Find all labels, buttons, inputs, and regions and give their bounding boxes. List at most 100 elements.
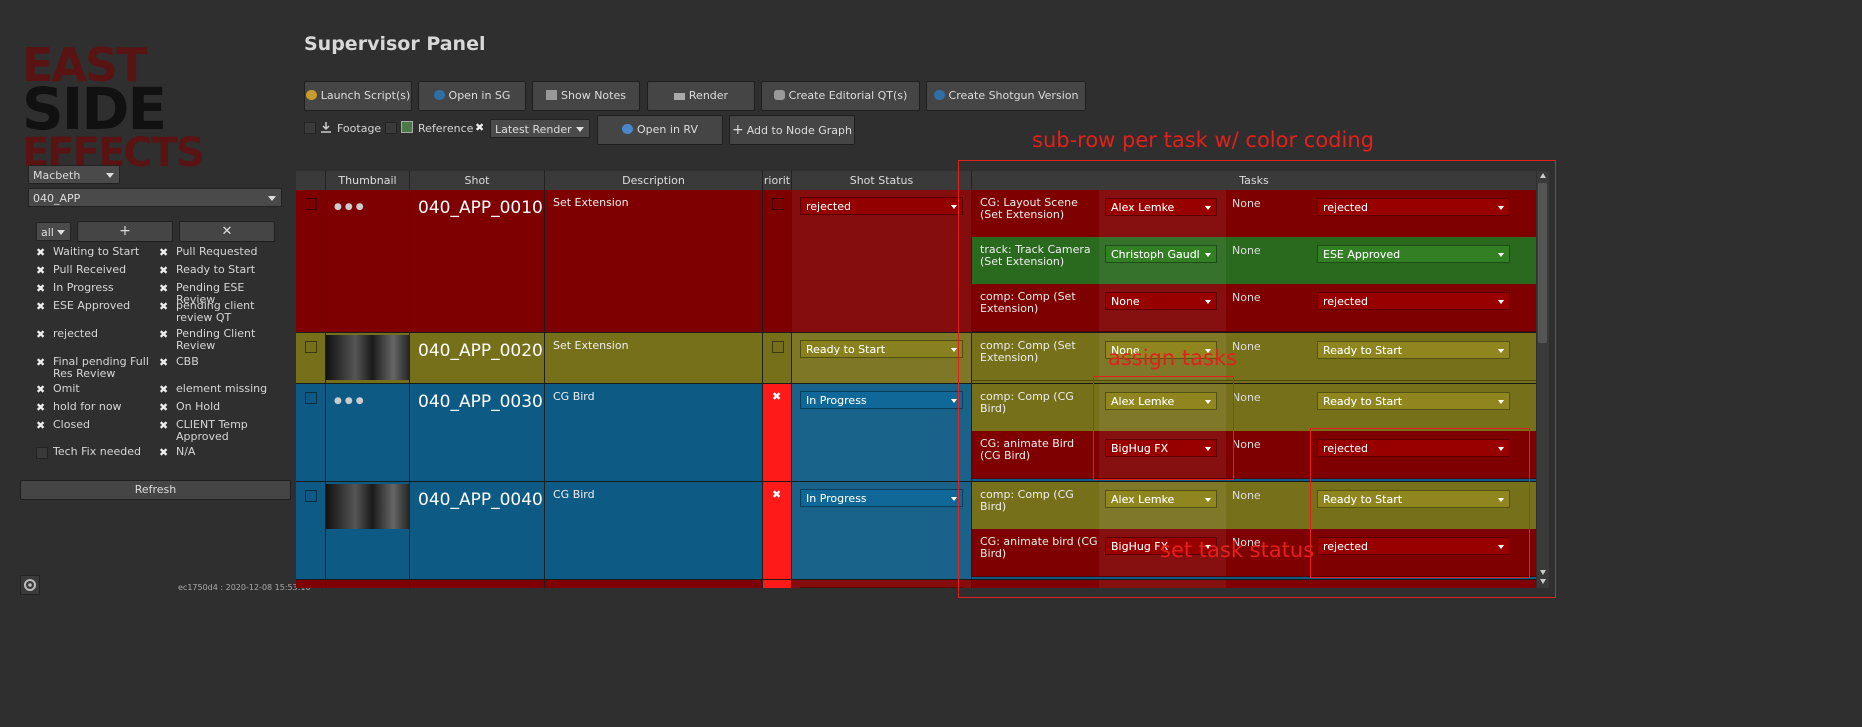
filter-checked-icon[interactable]: ✖ (159, 264, 168, 277)
header-shot-status[interactable]: Shot Status (792, 171, 972, 190)
task-status-combo[interactable]: Ready to Start (1317, 490, 1510, 508)
launch-script-button[interactable]: Launch Script(s) (304, 81, 412, 111)
task-status-combo[interactable]: rejected (1317, 292, 1510, 310)
filter-checked-icon[interactable]: ✖ (159, 282, 168, 295)
priority-checked-icon[interactable]: ✖ (772, 586, 781, 588)
header-tasks[interactable]: Tasks (972, 171, 1536, 190)
scroll-down-icon[interactable] (1540, 570, 1546, 575)
filter-checked-icon[interactable]: ✖ (36, 282, 45, 295)
shot-name[interactable]: 040_APP_0020 (418, 341, 543, 361)
scrollbar-handle[interactable] (1538, 183, 1547, 343)
show-notes-button[interactable]: Show Notes (532, 81, 640, 111)
shot-status-combo[interactable]: rejected (800, 197, 963, 215)
table-row[interactable]: 040_APP_0050 CG Bird ✖ CG: animate bird (C… (296, 580, 1536, 588)
priority-checked-icon[interactable]: ✖ (772, 488, 781, 501)
refresh-button[interactable]: Refresh (20, 480, 291, 500)
header-description[interactable]: Description (545, 171, 763, 190)
task-subrow[interactable]: track: Track Camera (Set Extension) Chri… (972, 237, 1536, 285)
task-status-combo[interactable]: rejected (1317, 198, 1510, 216)
assignee-combo[interactable]: Alex Lemke (1105, 490, 1217, 508)
assignee-combo[interactable]: BigHug FX (1105, 439, 1217, 457)
task-status-combo[interactable]: rejected (1317, 537, 1510, 555)
settings-button[interactable] (20, 575, 40, 595)
shot-description[interactable]: CG Bird (553, 488, 595, 501)
filter-checked-icon[interactable]: ✖ (36, 264, 45, 277)
open-in-sg-button[interactable]: Open in SG (418, 81, 526, 111)
priority-checkbox[interactable] (772, 198, 784, 210)
shot-description[interactable]: Set Extension (553, 339, 629, 352)
latest-render-check-icon[interactable]: ✖ (475, 121, 484, 134)
filter-checked-icon[interactable]: ✖ (159, 246, 168, 259)
header-priority[interactable]: riorit (763, 171, 792, 190)
shot-name[interactable]: 040_APP_0040 (418, 490, 543, 510)
assignee-combo[interactable]: Alex Lemke (1105, 198, 1217, 216)
task-subrow[interactable]: comp: Comp (Set Extension) None None rej… (972, 284, 1536, 332)
add-to-node-graph-button[interactable]: + Add to Node Graph (729, 115, 855, 145)
task-subrow[interactable]: CG: animate Bird (CG Bird) BigHug FX Non… (972, 431, 1536, 479)
shot-name[interactable]: 040_APP_0010 (418, 198, 543, 218)
filter-checked-icon[interactable]: ✖ (36, 246, 45, 259)
filter-checked-icon[interactable]: ✖ (36, 401, 45, 414)
shot-status-combo[interactable]: In Progress (800, 391, 963, 409)
filter-checked-icon[interactable]: ✖ (159, 383, 168, 396)
filter-checked-icon[interactable]: ✖ (159, 401, 168, 414)
filter-checked-icon[interactable]: ✖ (36, 356, 45, 369)
shot-description[interactable]: Set Extension (553, 196, 629, 209)
row-select-checkbox[interactable] (305, 198, 317, 210)
priority-checkbox[interactable] (772, 341, 784, 353)
table-row[interactable]: 040_APP_0040 CG Bird ✖ In Progress comp: C… (296, 482, 1536, 580)
task-status-combo[interactable]: rejected (1317, 439, 1510, 457)
filter-checked-icon[interactable]: ✖ (159, 300, 168, 313)
project-combo[interactable]: Macbeth (28, 165, 120, 184)
priority-checked-icon[interactable]: ✖ (772, 390, 781, 403)
filter-checked-icon[interactable]: ✖ (159, 356, 168, 369)
create-shotgun-version-button[interactable]: Create Shotgun Version (926, 81, 1086, 111)
footage-checkbox[interactable] (304, 122, 316, 134)
latest-render-combo[interactable]: Latest Render (490, 119, 590, 138)
table-scrollbar[interactable] (1537, 171, 1549, 588)
sequence-combo[interactable]: 040_APP (28, 188, 282, 207)
shot-description[interactable]: CG Bird (553, 586, 595, 588)
shot-status-combo[interactable]: In Progress (800, 489, 963, 507)
scroll-end-icon[interactable] (1540, 579, 1546, 584)
task-subrow[interactable]: comp: Comp (Set Extension) None None Rea… (972, 333, 1536, 381)
shot-thumbnail-image[interactable] (326, 484, 410, 529)
table-row[interactable]: ●●● 040_APP_0010 Set Extension rejected CG… (296, 190, 1536, 333)
filter-checked-icon[interactable]: ✖ (36, 300, 45, 313)
row-select-checkbox[interactable] (305, 490, 317, 502)
shot-status-combo[interactable] (800, 587, 963, 588)
filter-checked-icon[interactable]: ✖ (159, 446, 168, 459)
render-button[interactable]: Render (647, 81, 755, 111)
filter-checked-icon[interactable]: ✖ (36, 328, 45, 341)
task-subrow[interactable]: comp: Comp (CG Bird) Alex Lemke None Rea… (972, 482, 1536, 530)
scroll-up-icon[interactable] (1540, 173, 1546, 178)
task-status-combo[interactable]: Ready to Start (1317, 392, 1510, 410)
row-select-checkbox[interactable] (305, 341, 317, 353)
row-select-checkbox[interactable] (305, 392, 317, 404)
open-in-rv-button[interactable]: Open in RV (597, 115, 723, 145)
filter-checkbox[interactable] (36, 447, 48, 459)
remove-filter-button[interactable]: ✕ (179, 221, 275, 242)
filter-checked-icon[interactable]: ✖ (159, 328, 168, 341)
filter-checked-icon[interactable]: ✖ (36, 383, 45, 396)
filter-mode-combo[interactable]: all (36, 222, 71, 241)
assignee-combo[interactable]: None (1105, 292, 1217, 310)
table-row[interactable]: ●●● 040_APP_0030 CG Bird ✖ In Progress comp… (296, 384, 1536, 482)
task-subrow[interactable]: CG: Layout Scene (Set Extension) Alex Le… (972, 190, 1536, 238)
task-status-combo[interactable]: ESE Approved (1317, 245, 1510, 263)
task-subrow[interactable]: CG: animate bird (CG None (972, 580, 1536, 588)
create-editorial-qt-button[interactable]: Create Editorial QT(s) (761, 81, 920, 111)
header-thumbnail[interactable]: Thumbnail (326, 171, 410, 190)
reference-checkbox[interactable] (385, 122, 397, 134)
task-status-combo[interactable]: Ready to Start (1317, 341, 1510, 359)
assignee-combo[interactable]: Christoph Gaudl (1105, 245, 1217, 263)
shot-thumbnail-image[interactable] (326, 335, 410, 380)
task-subrow[interactable]: comp: Comp (CG Bird) Alex Lemke None Rea… (972, 384, 1536, 432)
shot-description[interactable]: CG Bird (553, 390, 595, 403)
shot-status-combo[interactable]: Ready to Start (800, 340, 963, 358)
add-filter-button[interactable]: + (77, 221, 173, 242)
shot-name[interactable]: 040_APP_0030 (418, 392, 543, 412)
filter-checked-icon[interactable]: ✖ (159, 419, 168, 432)
header-shot[interactable]: Shot (410, 171, 545, 190)
filter-checked-icon[interactable]: ✖ (36, 419, 45, 432)
